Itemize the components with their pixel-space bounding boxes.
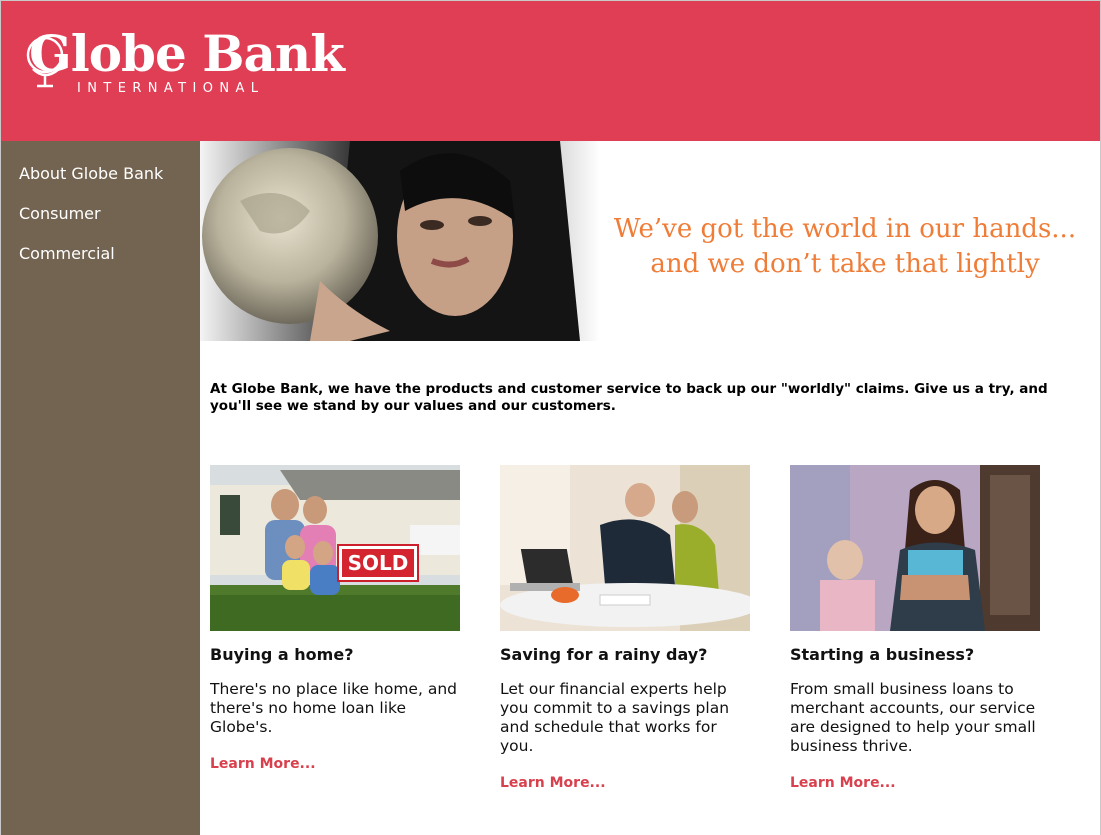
hero-tagline: We’ve got the world in our hands... and … (605, 212, 1085, 282)
svg-text:SOLD: SOLD (348, 551, 409, 575)
couple-with-laptop-photo (500, 465, 750, 631)
card-title: Saving for a rainy day? (500, 645, 708, 664)
learn-more-link[interactable]: Learn More... (790, 775, 896, 791)
card-title: Buying a home? (210, 645, 354, 664)
card-text: Let our financial experts help you commi… (500, 680, 730, 755)
sidebar-nav: About Globe Bank Consumer Commercial (1, 141, 200, 835)
family-sold-sign-photo: SOLD (210, 465, 460, 631)
site-header: Globe Bank INTERNATIONAL (1, 1, 1100, 141)
card-text: There's no place like home, and there's … (210, 680, 457, 736)
globe-bank-logo[interactable]: Globe Bank INTERNATIONAL (25, 25, 345, 105)
tagline-line-1: We’ve got the world in our hands... (613, 214, 1077, 244)
tagline-line-2: and we don’t take that lightly (650, 249, 1040, 279)
card-title: Starting a business? (790, 645, 975, 664)
logo-subtitle: INTERNATIONAL (77, 81, 265, 96)
logo-title: Globe Bank (29, 24, 345, 83)
learn-more-link[interactable]: Learn More... (500, 775, 606, 791)
salon-owner-photo (790, 465, 1040, 631)
woman-holding-globe-photo (200, 141, 600, 341)
sidebar-item-commercial[interactable]: Commercial (19, 244, 115, 263)
hero-image (200, 141, 600, 341)
intro-text: At Globe Bank, we have the products and … (210, 381, 1048, 414)
card-text: From small business loans to merchant ac… (790, 680, 1036, 755)
sidebar-item-about[interactable]: About Globe Bank (19, 164, 163, 183)
sidebar-item-consumer[interactable]: Consumer (19, 204, 101, 223)
learn-more-link[interactable]: Learn More... (210, 756, 316, 772)
